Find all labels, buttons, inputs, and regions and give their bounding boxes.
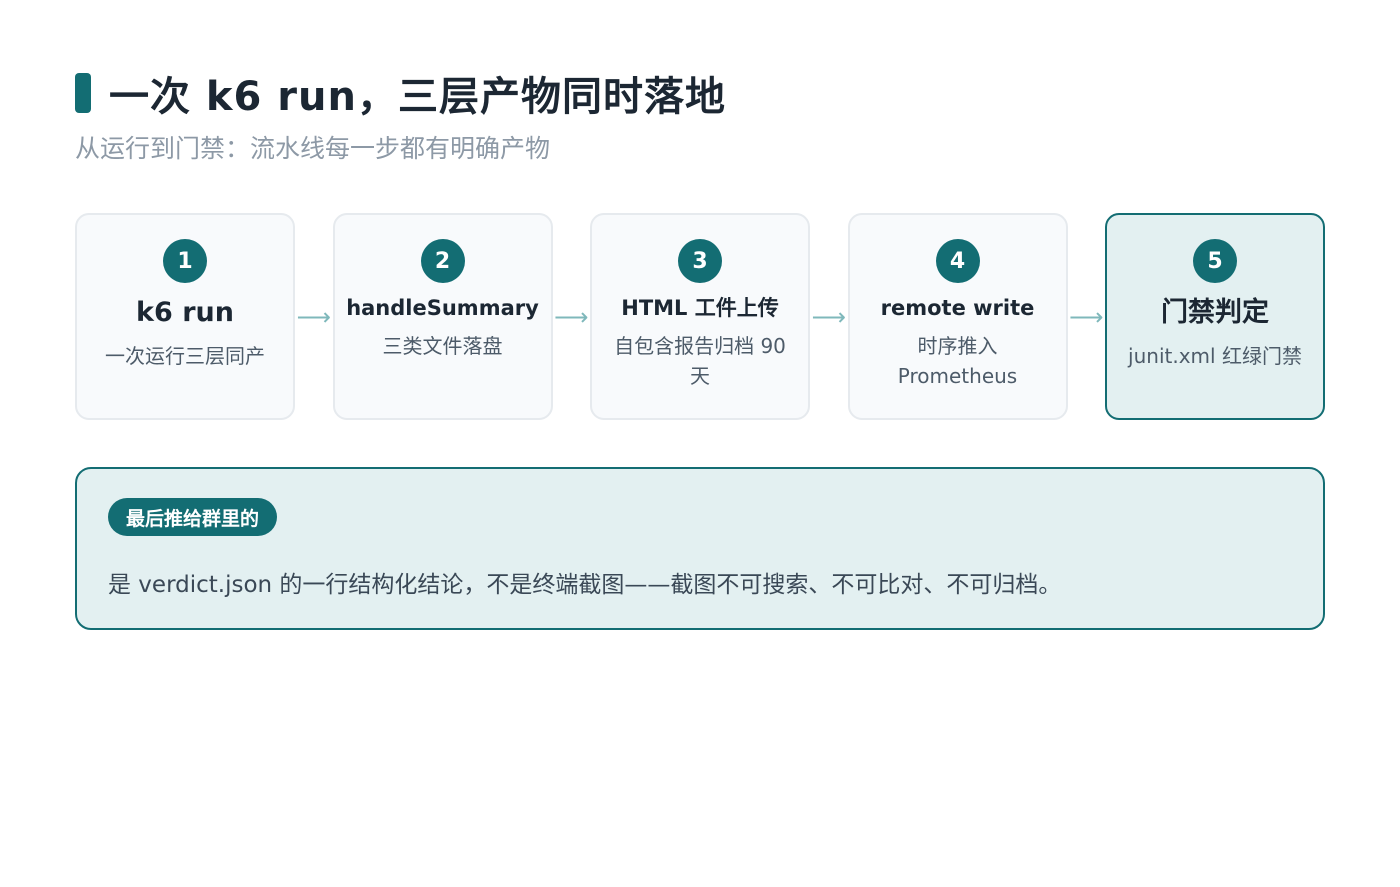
step-number-badge: 4 xyxy=(935,239,980,283)
step-card-2: 2 handleSummary 三类文件落盘 xyxy=(332,213,553,420)
step-number-badge: 2 xyxy=(420,239,465,283)
pipeline-steps: 1 k6 run 一次运行三层同产 ⟶ 2 handleSummary 三类文件… xyxy=(75,213,1325,420)
arrow-right-icon: ⟶ xyxy=(554,302,589,331)
step-card-1: 1 k6 run 一次运行三层同产 xyxy=(75,213,295,420)
step-title: remote write xyxy=(880,296,1035,320)
arrow-right-icon: ⟶ xyxy=(811,302,846,331)
step-description: junit.xml 红绿门禁 xyxy=(1128,344,1302,368)
page-title: 一次 k6 run，三层产物同时落地 xyxy=(109,74,726,120)
note-text: 是 verdict.json 的一行结构化结论，不是终端截图——截图不可搜索、不… xyxy=(108,572,1062,598)
step-title: k6 run xyxy=(136,297,234,328)
step-card-4: 4 remote write 时序推入 Prometheus xyxy=(847,213,1068,420)
step-description: 三类文件落盘 xyxy=(382,334,503,358)
step-title: HTML 工件上传 xyxy=(621,296,779,320)
summary-note: 最后推给群里的 是 verdict.json 的一行结构化结论，不是终端截图——… xyxy=(75,467,1325,630)
step-title: 门禁判定 xyxy=(1161,297,1269,328)
note-tag: 最后推给群里的 xyxy=(108,498,278,536)
step-number-badge: 1 xyxy=(163,239,207,283)
title-accent-bar xyxy=(75,73,91,113)
page-subtitle: 从运行到门禁：流水线每一步都有明确产物 xyxy=(75,134,551,163)
step-description: 时序推入 Prometheus xyxy=(897,334,1018,388)
step-card-5: 5 门禁判定 junit.xml 红绿门禁 xyxy=(1105,213,1325,420)
step-title: handleSummary xyxy=(346,296,539,320)
step-number-badge: 5 xyxy=(1193,239,1237,283)
title-row: 一次 k6 run，三层产物同时落地 xyxy=(75,70,726,120)
arrow-right-icon: ⟶ xyxy=(296,302,331,331)
step-description: 一次运行三层同产 xyxy=(105,344,265,368)
step-number-badge: 3 xyxy=(678,239,722,283)
arrow-right-icon: ⟶ xyxy=(1069,302,1104,331)
step-description: 自包含报告归档 90 天 xyxy=(614,334,786,388)
step-card-3: 3 HTML 工件上传 自包含报告归档 90 天 xyxy=(590,213,810,420)
